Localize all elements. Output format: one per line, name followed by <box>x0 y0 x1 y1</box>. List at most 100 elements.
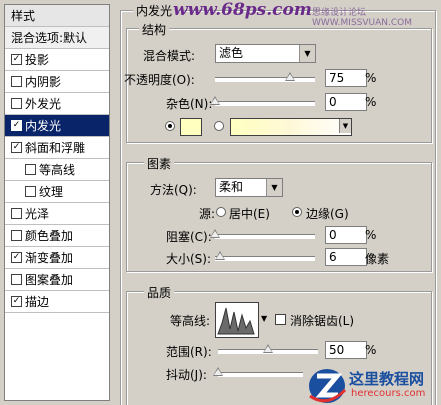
opacity-label: 不透明度(O): <box>124 73 195 87</box>
size-input[interactable]: 6 <box>325 248 367 266</box>
blend-mode-select[interactable]: 滤色 ▼ <box>215 44 316 63</box>
choke-slider-thumb[interactable] <box>210 229 220 238</box>
style-item-checkbox[interactable]: ✓ <box>11 296 22 307</box>
noise-percent: % <box>365 95 377 109</box>
size-label: 大小(S): <box>166 252 212 266</box>
style-item-checkbox[interactable] <box>25 164 36 175</box>
style-item-checkbox[interactable] <box>11 76 22 87</box>
style-item-label: 等高线 <box>39 163 76 177</box>
choke-input[interactable]: 0 <box>325 226 367 244</box>
jitter-slider-thumb[interactable] <box>213 367 223 376</box>
source-edge-label[interactable]: 边缘(G) <box>306 205 349 222</box>
range-slider[interactable] <box>218 344 318 354</box>
style-item-checkbox[interactable]: ✓ <box>11 142 22 153</box>
chevron-down-icon: ▼ <box>261 314 268 323</box>
contour-picker[interactable] <box>215 302 259 338</box>
style-item-3[interactable]: ✓ 内发光 <box>5 115 109 137</box>
source-center-label[interactable]: 居中(E) <box>229 205 270 222</box>
style-item-checkbox[interactable]: ✓ <box>11 120 22 131</box>
style-item-7[interactable]: 光泽 <box>5 203 109 225</box>
elements-title: 图素 <box>144 155 175 172</box>
chevron-down-icon: ▼ <box>266 179 282 196</box>
style-item-label: 投影 <box>25 53 50 67</box>
style-item-checkbox[interactable] <box>11 98 22 109</box>
noise-label: 杂色(N): <box>166 97 213 111</box>
styles-list: 样式 混合选项:默认 ✓ 投影 内阴影 外发光 ✓ 内发光 ✓ 斜面和浮雕 等高线 纹理 光泽 颜色叠… <box>4 4 110 401</box>
style-item-label: 描边 <box>25 295 50 309</box>
choke-slider[interactable] <box>210 229 315 239</box>
style-item-9[interactable]: ✓ 渐变叠加 <box>5 247 109 269</box>
gradient-radio[interactable] <box>214 121 224 131</box>
solid-color-radio[interactable] <box>165 121 175 131</box>
size-unit: 像素 <box>365 252 390 266</box>
technique-value: 柔和 <box>219 180 244 194</box>
technique-select[interactable]: 柔和 ▼ <box>215 178 283 197</box>
style-item-label: 颜色叠加 <box>25 229 74 243</box>
blend-mode-value: 滤色 <box>219 46 244 60</box>
contour-label: 等高线: <box>170 314 211 328</box>
style-item-8[interactable]: 颜色叠加 <box>5 225 109 247</box>
size-slider[interactable] <box>215 251 315 261</box>
style-item-label: 图案叠加 <box>25 273 74 287</box>
style-item-6[interactable]: 纹理 <box>5 181 109 203</box>
noise-input[interactable]: 0 <box>325 93 367 111</box>
style-item-label: 外发光 <box>25 97 62 111</box>
blend-options-item[interactable]: 混合选项:默认 <box>5 27 109 49</box>
glow-color-swatch[interactable] <box>180 118 202 136</box>
structure-title: 结构 <box>139 21 170 38</box>
choke-label: 阻塞(C): <box>166 230 212 244</box>
range-label: 范围(R): <box>166 345 212 359</box>
noise-slider[interactable] <box>210 96 315 106</box>
style-item-checkbox[interactable] <box>11 230 22 241</box>
style-item-label: 光泽 <box>25 207 50 221</box>
gradient-dropdown-button[interactable]: ▼ <box>339 119 351 133</box>
style-item-4[interactable]: ✓ 斜面和浮雕 <box>5 137 109 159</box>
logo-cn-text: 这里教程网 <box>349 370 425 388</box>
style-item-checkbox[interactable]: ✓ <box>11 252 22 263</box>
jitter-label: 抖动(J): <box>166 368 207 382</box>
choke-percent: % <box>365 228 377 242</box>
style-item-1[interactable]: 内阴影 <box>5 71 109 93</box>
noise-slider-thumb[interactable] <box>210 96 220 105</box>
style-item-5[interactable]: 等高线 <box>5 159 109 181</box>
technique-label: 方法(Q): <box>150 183 197 197</box>
style-item-checkbox[interactable] <box>11 274 22 285</box>
blend-mode-label: 混合模式: <box>143 49 196 63</box>
opacity-input[interactable]: 75 <box>325 69 367 87</box>
style-item-label: 纹理 <box>39 185 64 199</box>
range-input[interactable]: 50 <box>325 341 367 359</box>
style-item-label: 内发光 <box>25 119 62 133</box>
style-item-label: 斜面和浮雕 <box>25 141 86 155</box>
quality-title: 品质 <box>144 284 175 301</box>
chevron-down-icon: ▼ <box>342 122 349 130</box>
jitter-slider[interactable] <box>213 367 303 377</box>
style-item-checkbox[interactable]: ✓ <box>11 54 22 65</box>
style-item-11[interactable]: ✓ 描边 <box>5 291 109 313</box>
style-item-0[interactable]: ✓ 投影 <box>5 49 109 71</box>
anti-alias-checkbox[interactable] <box>275 314 286 325</box>
gradient-picker[interactable] <box>230 118 352 136</box>
contour-dropdown-button[interactable]: ▼ <box>261 312 271 326</box>
watermark-site: www.68ps.com <box>173 0 312 20</box>
opacity-percent: % <box>365 71 377 85</box>
opacity-slider[interactable] <box>215 72 315 82</box>
opacity-slider-thumb[interactable] <box>285 72 295 81</box>
size-slider-thumb[interactable] <box>215 251 225 260</box>
watermark-author: 思缘设计论坛 WWW.MISSVUAN.COM <box>312 8 412 28</box>
chevron-down-icon: ▼ <box>299 45 315 62</box>
styles-header[interactable]: 样式 <box>5 5 109 27</box>
contour-preview-icon <box>217 307 255 335</box>
style-item-10[interactable]: 图案叠加 <box>5 269 109 291</box>
range-slider-thumb[interactable] <box>263 344 273 353</box>
style-item-checkbox[interactable] <box>11 208 22 219</box>
inner-glow-title: 内发光 <box>133 2 176 19</box>
style-item-label: 渐变叠加 <box>25 251 74 265</box>
range-percent: % <box>365 343 377 357</box>
style-item-2[interactable]: 外发光 <box>5 93 109 115</box>
source-center-radio[interactable] <box>216 207 226 217</box>
source-label: 源: <box>199 207 216 221</box>
anti-alias-label[interactable]: 消除锯齿(L) <box>290 312 354 329</box>
style-item-label: 内阴影 <box>25 75 62 89</box>
source-edge-radio[interactable] <box>292 207 302 217</box>
style-item-checkbox[interactable] <box>25 186 36 197</box>
